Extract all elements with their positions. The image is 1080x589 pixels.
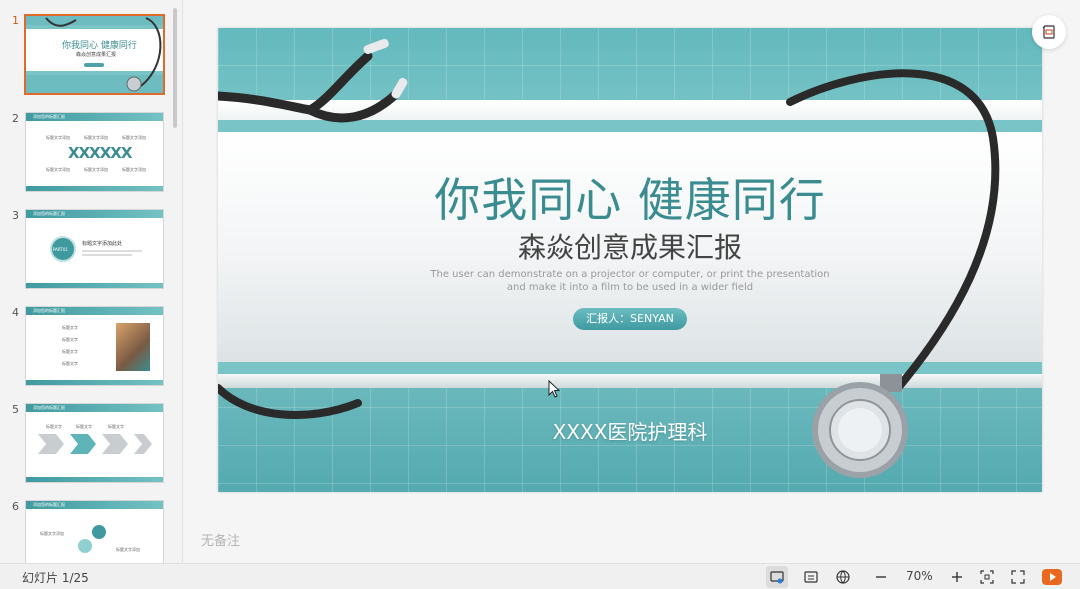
thumbnail-number: 5 — [12, 403, 19, 416]
fullscreen-icon — [1011, 570, 1025, 584]
current-slide[interactable]: 你我同心 健康同行 森焱创意成果汇报 The user can demonstr… — [218, 28, 1042, 492]
notes-view-button[interactable] — [800, 566, 822, 588]
thumbnail-heading: 标题文字添加此处 — [82, 241, 123, 247]
fit-to-window-button[interactable] — [976, 566, 998, 588]
slide-title[interactable]: 你我同心 健康同行 — [218, 164, 1042, 230]
stethoscope-icon — [45, 17, 162, 92]
notes-icon — [804, 571, 818, 583]
zoom-in-button[interactable] — [946, 566, 968, 588]
thumbnail-dna-graphic: XXXXXX — [68, 144, 132, 162]
fullscreen-button[interactable] — [1007, 566, 1029, 588]
thumbnail-label: 标题文字添加 — [46, 167, 70, 172]
reading-view-icon — [836, 570, 850, 584]
zoom-level[interactable]: 70% — [906, 569, 933, 583]
slide-editor[interactable]: 你我同心 健康同行 森焱创意成果汇报 The user can demonstr… — [184, 0, 1080, 563]
thumbnail-row-4[interactable]: 4 添加您的标题汇报 标题文字 标题文字 标题文字 标题文字 — [0, 306, 175, 392]
thumbnail-label: 标题文字添加 — [40, 531, 64, 536]
thumbnail-row-5[interactable]: 5 添加您的标题汇报 标题文字 标题文字 标题文字 — [0, 403, 175, 489]
thumbnail-row-3[interactable]: 3 添加您的标题汇报 PART01 标题文字添加此处 — [0, 209, 175, 295]
thumbnail-slide-5[interactable]: 添加您的标题汇报 标题文字 标题文字 标题文字 — [25, 403, 164, 483]
zoom-out-icon — [876, 576, 886, 578]
thumbnail-row-6[interactable]: 6 添加您的标题汇报 标题文字添加 标题文字添加 — [0, 500, 175, 563]
thumbnail-number: 4 — [12, 306, 19, 319]
slide-counter: 幻灯片 1/25 — [22, 571, 89, 585]
thumbnail-label: 标题文字添加 — [84, 167, 108, 172]
mouse-cursor-icon — [548, 380, 560, 398]
fit-icon — [980, 570, 994, 584]
reading-view-button[interactable] — [832, 566, 854, 588]
thumbnail-slide-2[interactable]: 添加您的标题汇报 标题文字添加 标题文字添加 标题文字添加 XXXXXX 标题文… — [25, 112, 164, 192]
zoom-in-icon — [952, 572, 962, 582]
thumbnail-label: 标题文字 — [46, 424, 62, 429]
thumbnail-header: 添加您的标题汇报 — [33, 502, 65, 507]
thumbnail-header: 添加您的标题汇报 — [33, 114, 65, 119]
thumbnail-label: 标题文字 — [76, 424, 92, 429]
slide-subtitle[interactable]: 森焱创意成果汇报 — [218, 226, 1042, 266]
export-icon — [1042, 25, 1055, 39]
thumbnail-label: 标题文字 — [62, 325, 78, 330]
thumbnail-part-label: PART01 — [53, 247, 68, 252]
thumbnail-slide-4[interactable]: 添加您的标题汇报 标题文字 标题文字 标题文字 标题文字 — [25, 306, 164, 386]
thumbnail-number: 2 — [12, 112, 19, 125]
thumbnail-row-2[interactable]: 2 添加您的标题汇报 标题文字添加 标题文字添加 标题文字添加 XXXXXX 标… — [0, 112, 175, 198]
thumbnail-number: 3 — [12, 209, 19, 222]
thumbnail-photo — [116, 323, 150, 371]
thumbnail-slide-6[interactable]: 添加您的标题汇报 标题文字添加 标题文字添加 — [25, 500, 164, 563]
hospital-name[interactable]: XXXX医院护理科 — [218, 416, 1042, 445]
normal-view-button[interactable] — [766, 566, 788, 588]
play-slideshow-button[interactable] — [1041, 566, 1063, 588]
thumbnail-label: 标题文字 — [62, 337, 78, 342]
thumbnail-number: 1 — [12, 14, 19, 27]
thumbnail-arrows-graphic — [38, 434, 152, 454]
export-button[interactable] — [1032, 15, 1066, 49]
status-bar: 幻灯片 1/25 70% — [0, 563, 1080, 589]
thumbnail-label: 标题文字添加 — [84, 135, 108, 140]
thumbnail-header: 添加您的标题汇报 — [33, 308, 65, 313]
thumbnail-row-1[interactable]: 1 你我同心 健康同行 森焱创意成果汇报 — [0, 14, 175, 100]
thumbnail-label: 标题文字添加 — [122, 135, 146, 140]
slide-english-text[interactable]: The user can demonstrate on a projector … — [218, 268, 1042, 294]
thumbnail-label: 标题文字添加 — [46, 135, 70, 140]
thumbnail-slide-1[interactable]: 你我同心 健康同行 森焱创意成果汇报 — [24, 14, 165, 95]
thumbnail-number: 6 — [12, 500, 19, 513]
thumbnail-label: 标题文字添加 — [116, 547, 140, 552]
thumbnail-label: 标题文字 — [108, 424, 124, 429]
slide-thumbnail-panel[interactable]: 1 你我同心 健康同行 森焱创意成果汇报 2 添加您的标题汇报 标题文字添加 标… — [0, 0, 183, 563]
thumbnail-label: 标题文字 — [62, 349, 78, 354]
play-icon — [1042, 569, 1062, 585]
reporter-badge[interactable]: 汇报人：SENYAN — [573, 308, 687, 330]
zoom-out-button[interactable] — [870, 566, 892, 588]
thumbnail-slide-3[interactable]: 添加您的标题汇报 PART01 标题文字添加此处 — [25, 209, 164, 289]
thumbnail-label: 标题文字添加 — [122, 167, 146, 172]
notes-placeholder[interactable]: 无备注 — [201, 530, 240, 549]
thumbnail-label: 标题文字 — [62, 361, 78, 366]
english-line-1: The user can demonstrate on a projector … — [430, 269, 830, 280]
thumbnail-header: 添加您的标题汇报 — [33, 211, 65, 216]
english-line-2: and make it into a film to be used in a … — [506, 282, 754, 293]
normal-view-icon — [770, 571, 784, 584]
thumbnail-scrollbar[interactable] — [173, 8, 177, 128]
